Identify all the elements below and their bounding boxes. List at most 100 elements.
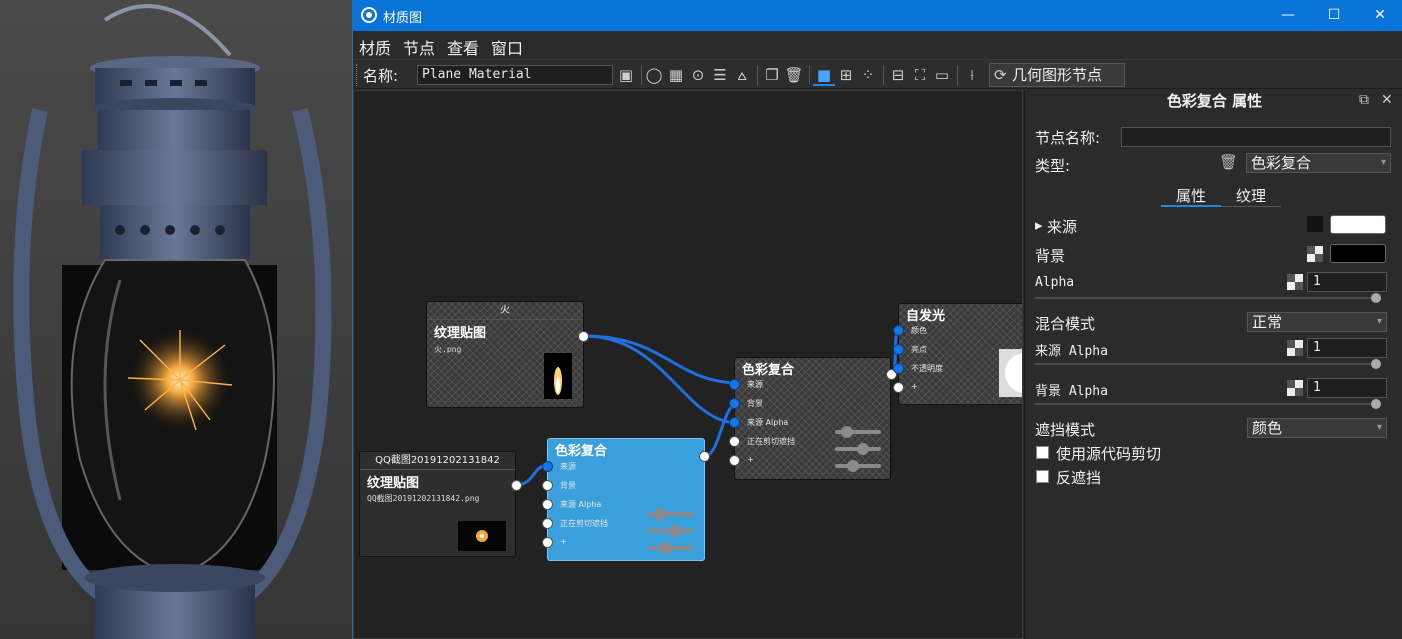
sliders-icon[interactable]: ☰ xyxy=(709,64,731,86)
source-alpha-input[interactable]: 1 xyxy=(1307,338,1387,358)
fit-view-icon[interactable]: ⛶ xyxy=(909,64,931,86)
sliders-icon xyxy=(648,525,694,537)
flask-icon[interactable]: ⩟ xyxy=(731,64,753,86)
slider-knob[interactable] xyxy=(1371,293,1381,303)
port-label: 来源 xyxy=(560,462,576,471)
3d-viewport[interactable] xyxy=(0,0,352,639)
output-port[interactable] xyxy=(511,480,522,491)
layout-icon[interactable]: ⊟ xyxy=(887,64,909,86)
close-panel-icon[interactable]: ✕ xyxy=(1381,92,1393,108)
input-port[interactable] xyxy=(893,382,904,393)
sliders-icon xyxy=(648,542,694,554)
minimize-button[interactable]: — xyxy=(1265,0,1311,31)
window-title: 材质图 xyxy=(383,11,423,26)
blend-node-selected[interactable]: 色彩复合 来源 背景 来源 Alpha 正在剪切遮挡 + xyxy=(542,438,710,561)
source-color-swatch[interactable] xyxy=(1330,215,1386,234)
tab-properties[interactable]: 属性 xyxy=(1161,185,1221,207)
menu-node[interactable]: 节点 xyxy=(403,35,435,59)
material-name-input[interactable]: Plane Material xyxy=(417,65,613,85)
invert-mask-checkbox[interactable] xyxy=(1036,470,1049,483)
input-port[interactable] xyxy=(893,344,904,355)
menu-view[interactable]: 查看 xyxy=(447,35,479,59)
node-subtitle: QQ截图20191202131842.png xyxy=(367,494,480,503)
checker-icon[interactable] xyxy=(1287,380,1303,396)
play-icon[interactable]: ⊙ xyxy=(687,64,709,86)
slider-knob[interactable] xyxy=(1371,399,1381,409)
grid-nodes-icon[interactable]: ⊞ xyxy=(835,64,857,86)
panel-title: 色彩复合 属性 xyxy=(1166,92,1263,110)
node-header: QQ截图20191202131842 xyxy=(360,452,515,470)
texture-node-fire[interactable]: 火 纹理贴图 火.png xyxy=(426,301,589,408)
port-label: 正在剪切遮挡 xyxy=(747,437,795,446)
title-bar[interactable]: 材质图 — ☐ ✕ xyxy=(353,0,1402,31)
blend-mode-select[interactable]: 正常 xyxy=(1247,312,1387,332)
maximize-button[interactable]: ☐ xyxy=(1311,0,1357,31)
slider-knob[interactable] xyxy=(1371,359,1381,369)
input-port[interactable] xyxy=(729,398,740,409)
checker-icon[interactable] xyxy=(1287,274,1303,290)
alpha-slider[interactable] xyxy=(1035,293,1381,303)
use-source-clip-label: 使用源代码剪切 xyxy=(1056,445,1162,463)
use-source-clip-checkbox[interactable] xyxy=(1036,446,1049,459)
type-label: 类型: xyxy=(1035,157,1071,175)
delete-icon[interactable]: 🗑 xyxy=(783,64,805,86)
float-panel-icon[interactable]: ⧉ xyxy=(1359,92,1369,108)
emission-node[interactable]: 自发光 颜色 亮点 不透明度 + xyxy=(893,303,1022,405)
close-button[interactable]: ✕ xyxy=(1357,0,1402,31)
background-label: 背景 xyxy=(1035,247,1066,265)
blend-mode-label: 混合模式 xyxy=(1035,315,1096,333)
node-view-icon[interactable]: ■ xyxy=(813,64,835,86)
checker-icon[interactable] xyxy=(1307,246,1323,262)
geometry-node-button[interactable]: ⟳ 几何图形节点 xyxy=(989,63,1125,87)
app-icon xyxy=(361,7,377,23)
menu-material[interactable]: 材质 xyxy=(359,35,391,59)
background-color-swatch[interactable] xyxy=(1330,244,1386,263)
texture-node-qq[interactable]: QQ截图20191202131842 纹理贴图 QQ截图201912021318… xyxy=(359,451,522,557)
mask-mode-select[interactable]: 颜色 xyxy=(1247,418,1387,438)
node-name-input[interactable] xyxy=(1121,127,1391,147)
input-port[interactable] xyxy=(729,379,740,390)
trash-icon[interactable]: 🗑 xyxy=(1219,153,1238,171)
sparkler-texture-icon[interactable] xyxy=(1307,216,1323,232)
background-alpha-slider[interactable] xyxy=(1035,399,1381,409)
port-label: 背景 xyxy=(560,481,576,490)
expand-arrow-icon[interactable]: ▸ xyxy=(1035,216,1043,234)
input-port[interactable] xyxy=(542,461,553,472)
arrange-icon[interactable]: ⁘ xyxy=(857,64,879,86)
sphere-preview-icon[interactable]: ◯ xyxy=(643,64,665,86)
node-graph-canvas[interactable]: 火 纹理贴图 火.png QQ截图20191202131842 纹理贴图 QQ截… xyxy=(353,90,1023,639)
port-label: + xyxy=(911,382,918,391)
input-port[interactable] xyxy=(542,499,553,510)
save-icon[interactable]: ▣ xyxy=(615,64,637,86)
checker-background-icon[interactable]: ▦ xyxy=(665,64,687,86)
menu-window[interactable]: 窗口 xyxy=(491,35,523,59)
type-select[interactable]: 色彩复合 xyxy=(1246,153,1391,173)
input-port[interactable] xyxy=(542,537,553,548)
node-title: 色彩复合 xyxy=(742,363,795,378)
toolbar-divider xyxy=(883,65,884,85)
input-port[interactable] xyxy=(542,480,553,491)
input-port[interactable] xyxy=(542,518,553,529)
toolbar-grip[interactable] xyxy=(356,64,358,86)
input-port[interactable] xyxy=(893,325,904,336)
wire-icon[interactable]: ⟊ xyxy=(961,64,983,86)
input-port[interactable] xyxy=(729,417,740,428)
background-alpha-input[interactable]: 1 xyxy=(1307,378,1387,398)
fire-thumbnail xyxy=(544,353,572,399)
port-label: 颜色 xyxy=(911,326,927,335)
source-alpha-slider[interactable] xyxy=(1035,359,1381,369)
copy-icon[interactable]: ❐ xyxy=(761,64,783,86)
zoom-100-icon[interactable]: ▭ xyxy=(931,64,953,86)
node-title: 色彩复合 xyxy=(555,444,608,459)
tab-texture[interactable]: 纹理 xyxy=(1221,185,1281,207)
checker-icon[interactable] xyxy=(1287,340,1303,356)
node-title: 纹理贴图 xyxy=(367,476,420,491)
input-port[interactable] xyxy=(729,436,740,447)
blend-node-main[interactable]: 色彩复合 来源 背景 来源 Alpha 正在剪切遮挡 + xyxy=(729,357,897,480)
input-port[interactable] xyxy=(893,363,904,374)
material-name-label: 名称: xyxy=(363,67,399,85)
input-port[interactable] xyxy=(729,455,740,466)
output-port[interactable] xyxy=(578,331,589,342)
alpha-input[interactable]: 1 xyxy=(1307,272,1387,292)
output-port[interactable] xyxy=(699,451,710,462)
